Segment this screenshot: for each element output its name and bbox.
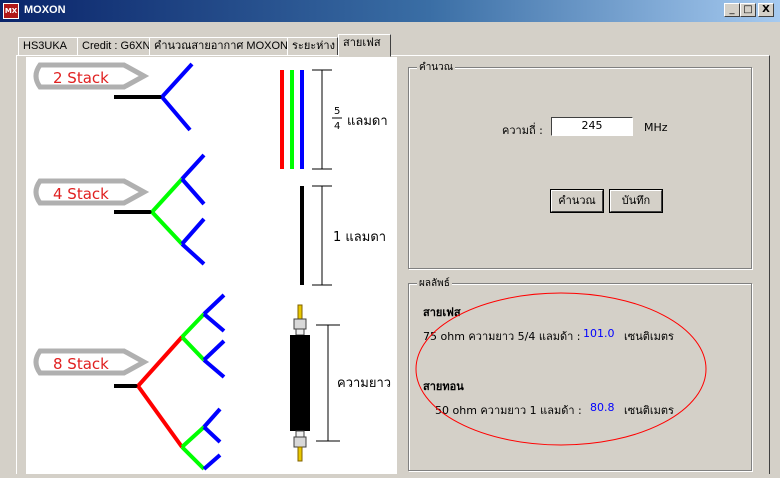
phase-cables-graphic: [280, 69, 332, 170]
stacking-diagram: 2 Stack 4 Stack 8 Stack 5 4 แลมดา 1 แลมด…: [33, 62, 391, 471]
tab-moxon-calc[interactable]: คำนวณสายอากาศ MOXON: [149, 37, 288, 56]
length-label: ความยาว: [337, 376, 391, 391]
close-button[interactable]: X: [758, 3, 774, 17]
stack4-label: 4 Stack: [53, 185, 109, 203]
stack8-graphic: [33, 293, 226, 471]
freq-label: ความถี่ :: [502, 124, 543, 137]
lambda-1-label: 1 แลมดา: [333, 230, 386, 245]
tab-credit[interactable]: Credit : G6XN: [77, 37, 150, 56]
save-button[interactable]: บันทึก: [609, 189, 663, 213]
calc-group: คำนวณ ความถี่ : 245 MHz คำนวณ บันทึก: [408, 60, 752, 269]
lambda-fraction-denominator: 4: [334, 121, 340, 132]
stack8-label: 8 Stack: [53, 355, 109, 373]
window-title: MOXON: [24, 4, 66, 16]
tab-phase-line[interactable]: สายเฟส: [338, 34, 391, 57]
calc-group-legend: คำนวณ: [417, 60, 456, 75]
moxon-app-icon: MX: [3, 3, 19, 19]
matching-cable-graphic: [300, 185, 332, 286]
freq-unit: MHz: [644, 121, 668, 134]
minimize-button[interactable]: _: [724, 3, 740, 17]
calculate-button[interactable]: คำนวณ: [550, 189, 604, 213]
coax-cable-graphic: [290, 304, 340, 462]
tab-hs3uka[interactable]: HS3UKA: [18, 37, 78, 56]
stack4-graphic: [33, 153, 206, 266]
maximize-button[interactable]: □: [740, 3, 756, 17]
freq-input[interactable]: 245: [551, 117, 633, 136]
title-bar[interactable]: MX MOXON _ □ X: [0, 0, 780, 22]
tab-spacing[interactable]: ระยะห่าง: [287, 37, 338, 56]
panel-divider: [397, 57, 401, 474]
right-edge-frame: [770, 55, 780, 474]
result-group: ผลลัพธ์ สายเฟส 75 ohm ความยาว 5/4 แลมด้า…: [408, 276, 752, 471]
diagram-area: 2 Stack 4 Stack 8 Stack 5 4 แลมดา 1 แลมด…: [26, 57, 397, 474]
result-highlight-ellipse: [415, 292, 707, 446]
lambda-54-label: แลมดา: [347, 114, 388, 129]
lambda-fraction-numerator: 5: [334, 106, 340, 117]
stack2-label: 2 Stack: [53, 69, 109, 87]
